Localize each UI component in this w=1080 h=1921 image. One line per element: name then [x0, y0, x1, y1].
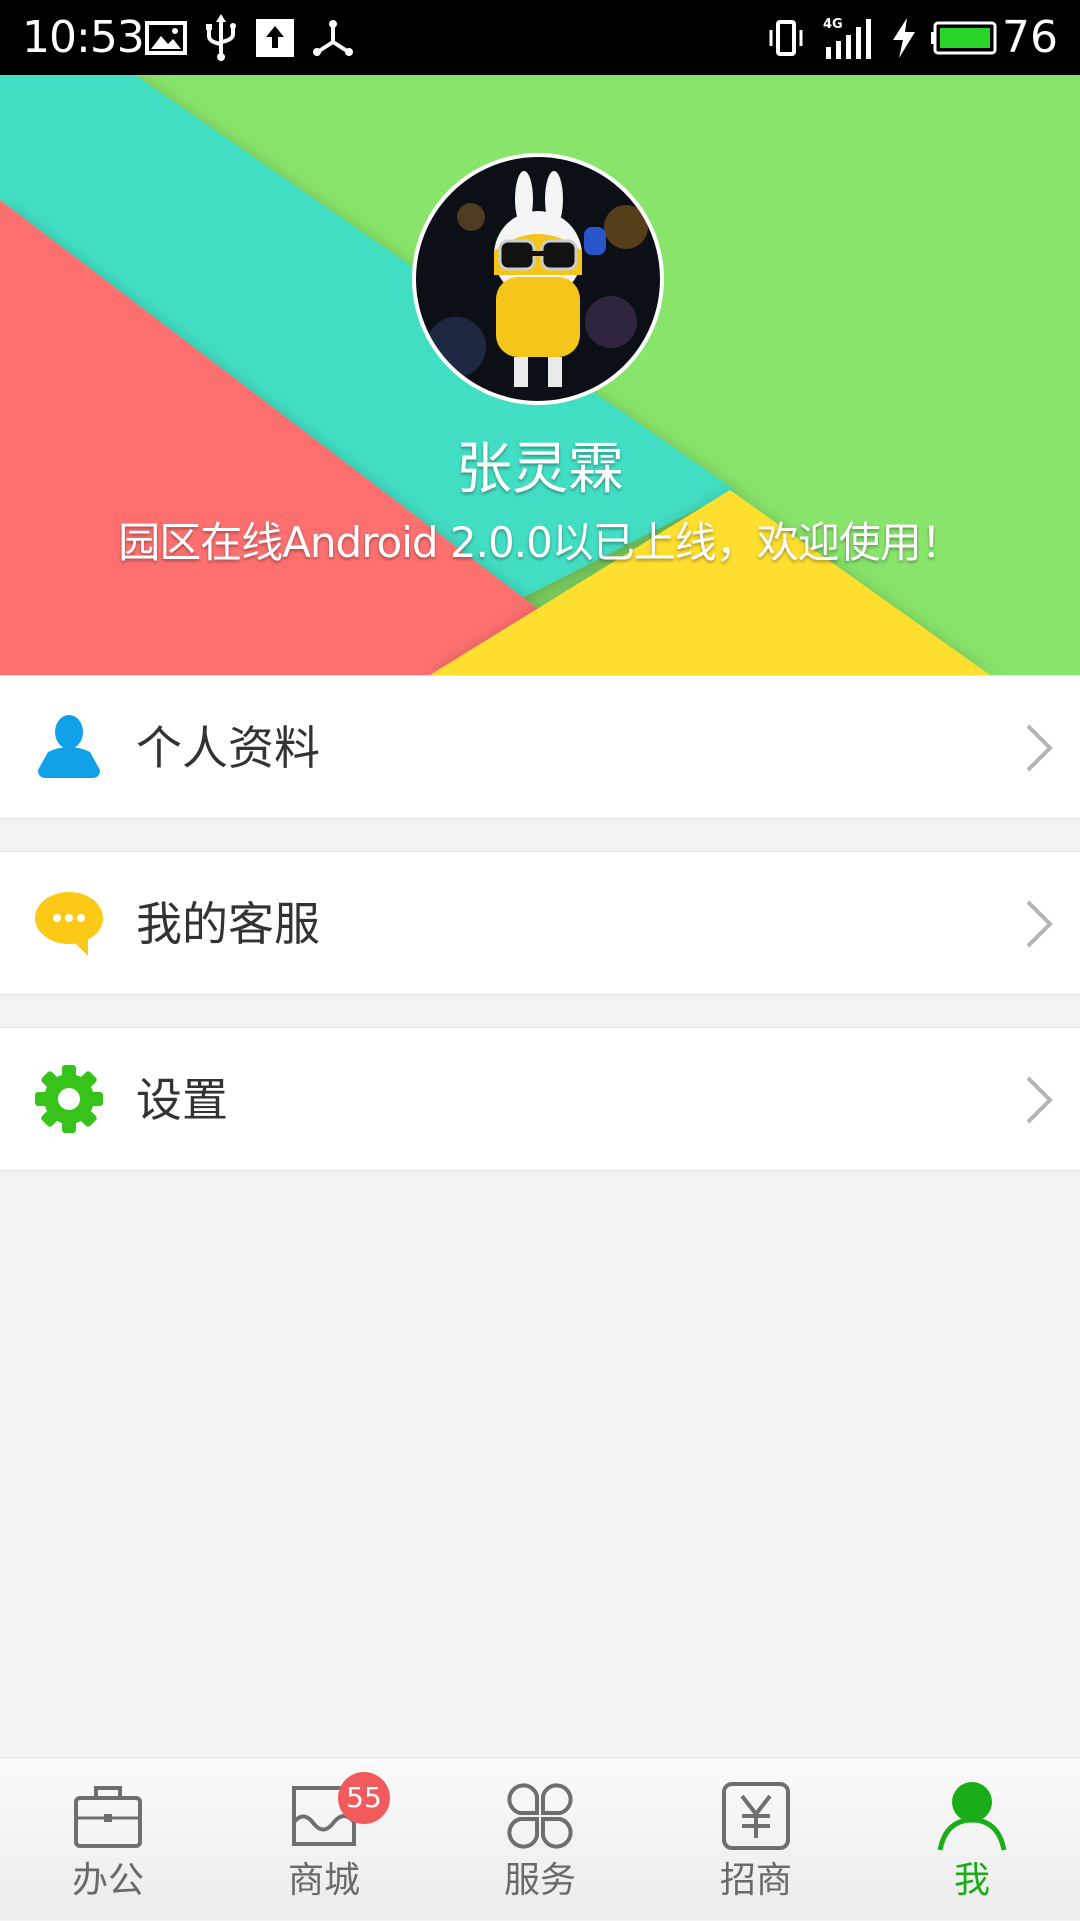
charging-icon	[890, 0, 918, 75]
menu-label-settings: 设置	[136, 1073, 228, 1127]
chevron-right-icon	[1026, 900, 1053, 948]
battery-icon	[930, 0, 1000, 75]
bottom-nav: 办公 55 商城 服务 招商 我	[0, 1757, 1080, 1920]
status-time: 10:53	[22, 12, 145, 63]
yen-icon	[722, 1782, 790, 1850]
nav-label-investment: 招商	[719, 1860, 792, 1901]
grid-icon	[507, 1783, 573, 1849]
user-icon	[937, 1782, 1007, 1851]
share-network-icon	[311, 0, 355, 75]
image-icon	[145, 0, 187, 75]
status-bar: 10:53 4G 76	[0, 0, 1080, 75]
gear-icon	[35, 1065, 103, 1133]
nav-item-investment[interactable]: 招商	[648, 1758, 864, 1921]
briefcase-icon	[74, 1786, 142, 1848]
profile-header: 张灵霖 园区在线Android 2.0.0以已上线，欢迎使用！	[0, 75, 1080, 675]
notification-badge: 55	[338, 1772, 390, 1824]
announcement-text: 园区在线Android 2.0.0以已上线，欢迎使用！	[118, 518, 963, 567]
user-name: 张灵霖	[456, 437, 624, 502]
upload-icon	[255, 0, 295, 75]
chevron-right-icon	[1026, 724, 1053, 772]
nav-label-office: 办公	[71, 1860, 144, 1901]
usb-icon	[204, 0, 238, 75]
nav-item-office[interactable]: 办公	[0, 1758, 216, 1921]
menu-item-customer-service[interactable]: 我的客服	[0, 851, 1080, 995]
signal-4g-icon: 4G	[822, 0, 878, 75]
chat-bubble-icon	[35, 892, 103, 956]
nav-label-services: 服务	[503, 1860, 576, 1901]
svg-text:4G: 4G	[823, 17, 843, 32]
nav-item-store[interactable]: 55 商城	[216, 1758, 432, 1921]
chevron-right-icon	[1026, 1076, 1053, 1124]
vibrate-icon	[766, 0, 806, 75]
menu-label-profile: 个人资料	[136, 721, 320, 775]
menu-item-profile[interactable]: 个人资料	[0, 675, 1080, 819]
menu-label-customer-service: 我的客服	[136, 897, 320, 951]
nav-label-me: 我	[953, 1860, 990, 1901]
battery-level: 76	[1002, 12, 1058, 63]
nav-item-me[interactable]: 我	[864, 1758, 1080, 1921]
person-icon	[38, 715, 100, 778]
nav-label-store: 商城	[287, 1860, 360, 1901]
nav-item-services[interactable]: 服务	[432, 1758, 648, 1921]
menu-item-settings[interactable]: 设置	[0, 1027, 1080, 1171]
avatar[interactable]	[412, 153, 664, 405]
